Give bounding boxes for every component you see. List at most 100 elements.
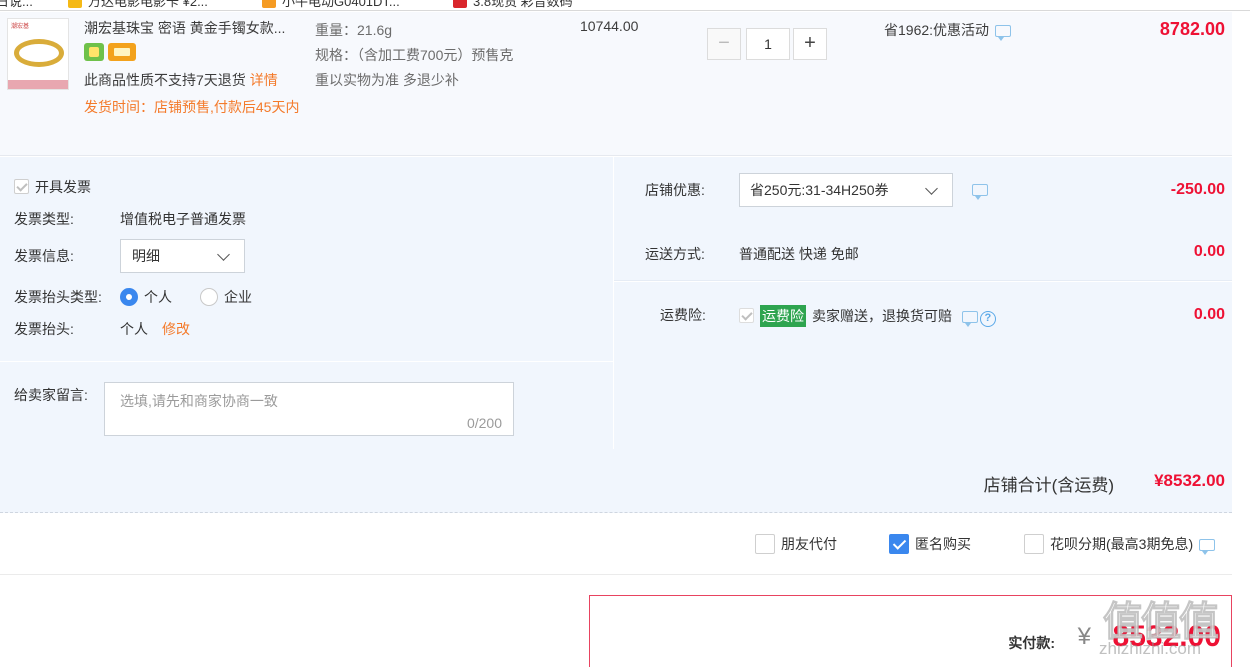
spec-text: 规格：（含加工费700元）预售克	[315, 47, 514, 63]
checkbox-icon	[1024, 534, 1044, 554]
shop-coupon-selected: 省250元:31-34H250券	[750, 182, 889, 198]
unit-price: 10744.00	[580, 18, 639, 34]
checkbox-icon	[14, 179, 29, 194]
product-thumbnail[interactable]: 潮宏基	[7, 18, 69, 90]
credit-card-badge-icon[interactable]	[108, 43, 136, 61]
invoice-header-value: 个人	[120, 321, 148, 337]
friend-pay-label: 朋友代付	[781, 536, 837, 552]
chat-icon[interactable]	[961, 311, 978, 327]
bookmark-item[interactable]: 万达电影电影卡 ¥2...	[68, 0, 208, 9]
order-item-row: 潮宏基 潮宏基珠宝 密语 黄金手镯女款... 此商品性质不支持7天退货 详情 发货…	[0, 12, 1232, 156]
seller-message-input[interactable]: 选填,请先和商家协商一致 0/200	[104, 382, 514, 436]
shipping-label: 运送方式:	[645, 246, 705, 262]
radio-company-label: 企业	[224, 289, 252, 305]
message-counter: 0/200	[466, 415, 502, 431]
shipping-amount: 0.00	[1193, 243, 1225, 260]
huabei-installment-option[interactable]: 花呗分期(最高3期免息)	[1024, 534, 1216, 555]
invoice-type-label: 发票类型:	[14, 211, 74, 227]
invoice-checkbox[interactable]: 开具发票	[14, 177, 91, 197]
shipping-value: 普通配送 快递 免邮	[739, 246, 859, 262]
radio-selected-icon	[120, 288, 138, 306]
radio-personal-label: 个人	[144, 289, 172, 305]
invoice-info-select[interactable]: 明细	[120, 239, 245, 273]
insurance-desc: 卖家赠送，退换货可赔	[812, 308, 952, 324]
bookmark-label: 日说...	[0, 0, 33, 9]
anonymous-purchase-option[interactable]: 匿名购买	[889, 534, 971, 554]
guarantee-badge-icon[interactable]	[84, 43, 104, 61]
weight-text: 重量：21.6g	[315, 22, 393, 38]
shop-total-label: 店铺合计(含运费)	[983, 476, 1114, 495]
bag-icon	[262, 0, 276, 8]
shop-coupon-select[interactable]: 省250元:31-34H250券	[739, 173, 953, 207]
bookmark-label: 小牛电动G0401DT...	[282, 0, 400, 9]
invoice-info-label: 发票信息:	[14, 248, 74, 264]
shop-total-value: ¥8532.00	[1154, 471, 1225, 490]
spec-note-text: 重以实物为准 多退少补	[315, 72, 459, 88]
chevron-down-icon	[217, 248, 230, 261]
shop-total-bar: 店铺合计(含运费) ¥8532.00	[0, 449, 1232, 513]
bookmark-label: 万达电影电影卡 ¥2...	[88, 0, 208, 9]
discount-shipping-panel: 店铺优惠: 省250元:31-34H250券 -250.00 运送方式: 普通配…	[614, 157, 1232, 281]
shop-discount-amount: -250.00	[1170, 181, 1225, 198]
chat-icon[interactable]	[1199, 539, 1216, 555]
checkbox-icon	[755, 534, 775, 554]
anonymous-purchase-label: 匿名购买	[915, 536, 971, 552]
increase-quantity-button[interactable]: +	[793, 28, 827, 60]
help-icon[interactable]: ?	[979, 311, 996, 327]
bookmark-label: 3.8现货 彩音数码	[473, 0, 573, 9]
insurance-panel: 运费险: 运费险 卖家赠送，退换货可赔 ? 0.00	[614, 282, 1232, 449]
invoice-header-type-label: 发票抬头类型:	[14, 289, 102, 305]
bookmark-item[interactable]: 日说...	[0, 0, 33, 9]
radio-company[interactable]: 企业	[200, 287, 252, 307]
thumbnail-brand-tag: 潮宏基	[11, 24, 30, 30]
thumbnail-strip	[8, 80, 68, 89]
product-title[interactable]: 潮宏基珠宝 密语 黄金手镯女款...	[84, 18, 285, 38]
details-link[interactable]: 详情	[250, 72, 278, 88]
ship-time: 发货时间：店铺预售,付款后45天内	[84, 99, 300, 115]
payment-value: 8532.00	[1112, 620, 1221, 653]
message-panel: 给卖家留言: 选填,请先和商家协商一致 0/200	[0, 362, 613, 449]
invoice-info-selected: 明细	[132, 248, 160, 264]
invoice-header-value-wrap: 个人 修改	[120, 319, 190, 339]
invoice-type-value: 增值税电子普通发票	[120, 211, 246, 227]
payment-currency: ¥	[1077, 623, 1091, 650]
invoice-header-row: 发票抬头: 个人 修改	[14, 319, 190, 339]
chat-icon[interactable]	[972, 184, 988, 200]
product-specs: 重量：21.6g 规格：（含加工费700元）预售克 重以实物为准 多退少补	[315, 18, 513, 93]
item-subtotal: 8782.00	[1159, 19, 1225, 39]
invoice-info-row: 发票信息:	[14, 246, 74, 266]
chat-icon[interactable]	[995, 25, 1012, 41]
radio-personal[interactable]: 个人	[120, 287, 172, 307]
shield-icon	[68, 0, 82, 8]
divider	[0, 574, 1232, 575]
radio-unselected-icon	[200, 288, 218, 306]
shop-discount-label: 店铺优惠:	[645, 182, 705, 198]
huabei-installment-label: 花呗分期(最高3期免息)	[1050, 536, 1194, 552]
store-icon	[453, 0, 467, 8]
chevron-down-icon	[925, 182, 938, 195]
message-placeholder: 选填,请先和商家协商一致	[120, 393, 278, 409]
message-label: 给卖家留言:	[14, 387, 88, 403]
insurance-option[interactable]: 运费险 卖家赠送，退换货可赔 ?	[739, 305, 996, 327]
payment-label: 实付款:	[1008, 635, 1055, 651]
service-badges	[84, 43, 140, 64]
bookmarks-bar: 日说... 万达电影电影卡 ¥2... 小牛电动G0401DT... 3.8现货…	[0, 0, 1250, 11]
quantity-input[interactable]: 1	[746, 28, 790, 60]
promo-info: 省1962:优惠活动	[884, 20, 1012, 41]
insurance-amount: 0.00	[1193, 306, 1225, 323]
insurance-tag: 运费险	[760, 305, 806, 327]
invoice-panel: 开具发票 发票类型: 增值税电子普通发票 发票信息: 明细 发票抬头类型: 个人…	[0, 157, 613, 361]
decrease-quantity-button[interactable]: −	[707, 28, 741, 60]
invoice-header-label: 发票抬头:	[14, 321, 74, 337]
bookmark-item[interactable]: 3.8现货 彩音数码	[453, 0, 573, 9]
insurance-label: 运费险:	[660, 307, 706, 323]
invoice-header-type-row: 发票抬头类型:	[14, 287, 102, 307]
payment-summary: 实付款: ¥ 8532.00	[589, 595, 1232, 667]
invoice-checkbox-label: 开具发票	[35, 179, 91, 195]
no-return-text: 此商品性质不支持7天退货	[84, 72, 246, 88]
checkbox-icon	[739, 308, 754, 323]
bookmark-item[interactable]: 小牛电动G0401DT...	[262, 0, 400, 9]
friend-pay-option[interactable]: 朋友代付	[755, 534, 837, 554]
edit-invoice-link[interactable]: 修改	[162, 321, 190, 337]
checkbox-checked-icon	[889, 534, 909, 554]
